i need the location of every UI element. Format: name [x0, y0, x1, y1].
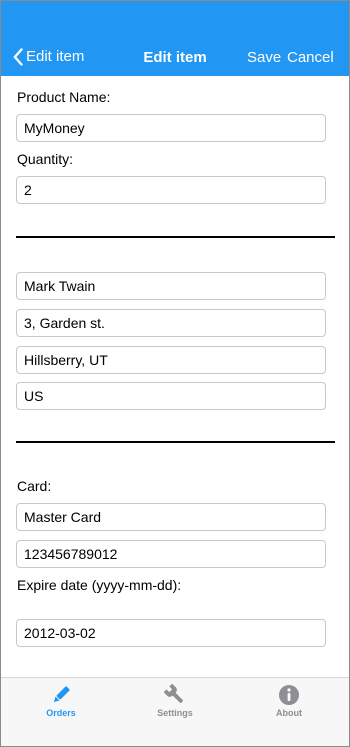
wrench-icon [164, 684, 186, 706]
tab-about-label: About [276, 708, 302, 718]
pencil-icon [50, 684, 72, 706]
card-label: Card: [17, 478, 52, 494]
app-frame: Edit item Edit item Save Cancel Product … [0, 0, 350, 747]
street-field[interactable] [16, 309, 326, 337]
tab-orders[interactable]: Orders [3, 678, 119, 746]
product-name-label: Product Name: [17, 89, 111, 105]
city-state-field[interactable] [16, 346, 326, 374]
country-field[interactable] [16, 382, 326, 410]
tab-settings-label: Settings [157, 708, 193, 718]
cancel-button[interactable]: Cancel [287, 49, 334, 67]
tab-orders-label: Orders [46, 708, 76, 718]
expire-date-field[interactable] [16, 619, 326, 647]
info-icon [278, 684, 300, 706]
expire-date-label: Expire date (yyyy-mm-dd): [17, 577, 182, 593]
navigation-bar: Edit item Edit item Save Cancel [1, 1, 349, 76]
section-divider [16, 236, 335, 238]
quantity-field[interactable] [16, 176, 326, 204]
save-button[interactable]: Save [247, 49, 281, 67]
product-name-field[interactable] [16, 114, 326, 142]
customer-name-field[interactable] [16, 272, 326, 300]
section-divider [16, 441, 335, 443]
tab-about[interactable]: About [231, 678, 347, 746]
quantity-label: Quantity: [17, 151, 74, 167]
tab-bar: Orders Settings About [1, 677, 349, 746]
card-type-field[interactable] [16, 503, 326, 531]
card-number-field[interactable] [16, 540, 326, 568]
tab-settings[interactable]: Settings [117, 678, 233, 746]
